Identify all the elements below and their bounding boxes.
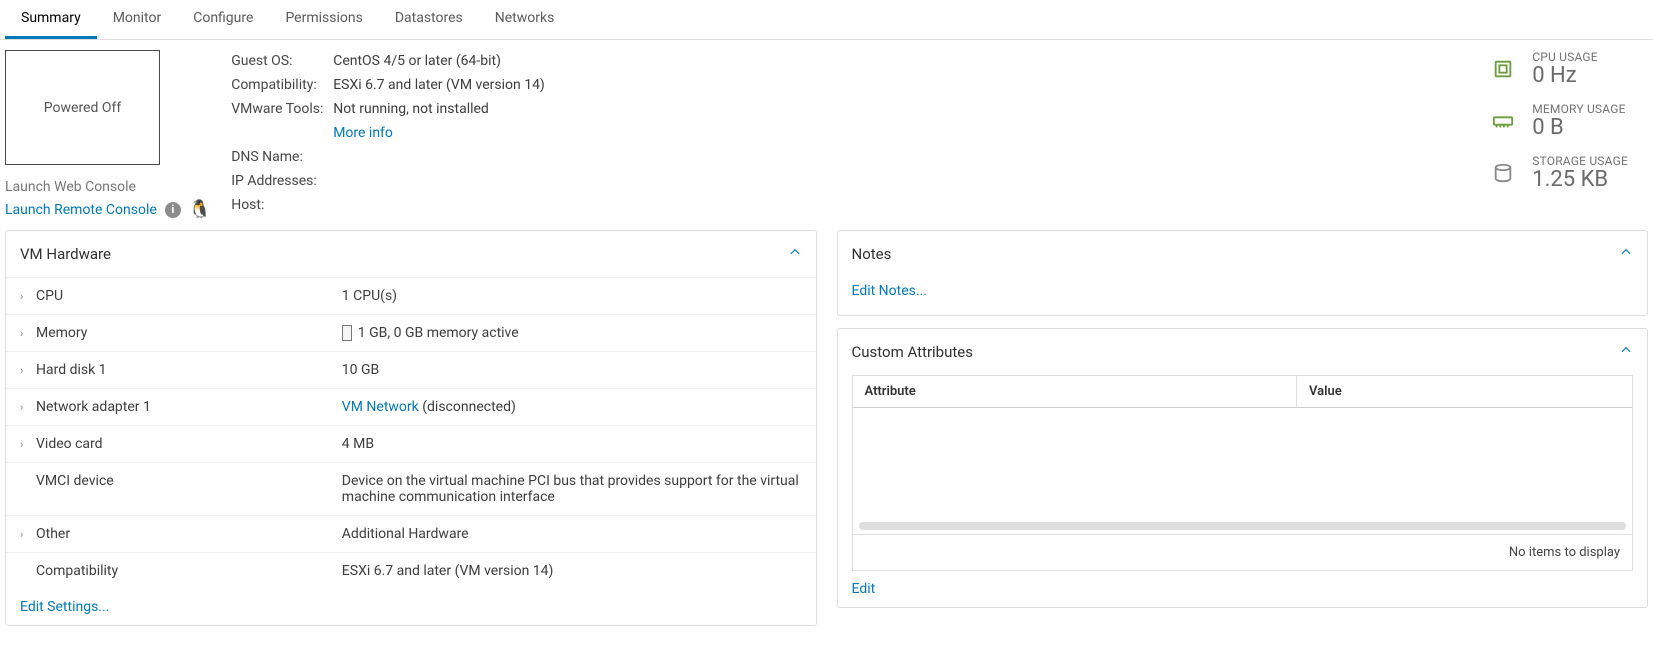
tab-summary[interactable]: Summary [5, 0, 97, 39]
hw-row-cpu: ›CPU 1 CPU(s) [6, 278, 816, 315]
storage-usage: STORAGE USAGE 1.25 KB [1492, 154, 1628, 192]
attributes-table: Attribute Value No items to display [852, 375, 1634, 571]
no-items-label: No items to display [853, 534, 1633, 570]
power-state: Powered Off [44, 100, 121, 116]
compat-label: Compatibility: [231, 76, 331, 98]
scrollbar-horizontal[interactable] [859, 522, 1627, 530]
launch-web-console: Launch Web Console [5, 179, 136, 195]
vm-network-link[interactable]: VM Network [342, 399, 419, 415]
hw-row-compat: Compatibility ESXi 6.7 and later (VM ver… [6, 553, 816, 590]
attr-col-value[interactable]: Value [1297, 376, 1632, 408]
tab-monitor[interactable]: Monitor [97, 0, 178, 39]
launch-remote-console[interactable]: Launch Remote Console [5, 202, 157, 218]
hw-row-memory: ›Memory 1 GB, 0 GB memory active [6, 315, 816, 352]
host-label: Host: [231, 196, 331, 218]
memory-usage-label: MEMORY USAGE [1532, 102, 1625, 116]
ip-label: IP Addresses: [231, 172, 331, 194]
guest-os-label: Guest OS: [231, 52, 331, 74]
linux-icon: 🐧 [189, 199, 211, 220]
tab-datastores[interactable]: Datastores [379, 0, 479, 39]
chevron-right-icon[interactable]: › [20, 364, 32, 377]
cpu-icon [1492, 58, 1514, 80]
hw-row-vmci: VMCI device Device on the virtual machin… [6, 463, 816, 516]
tabs-bar: Summary Monitor Configure Permissions Da… [0, 0, 1653, 40]
memory-icon [1492, 110, 1514, 132]
tab-permissions[interactable]: Permissions [269, 0, 378, 39]
vm-hardware-title: VM Hardware [20, 245, 111, 263]
dns-value [333, 148, 549, 170]
edit-attributes-link[interactable]: Edit [838, 571, 1648, 607]
custom-attributes-title: Custom Attributes [852, 343, 973, 361]
hw-row-harddisk: ›Hard disk 1 10 GB [6, 352, 816, 389]
chevron-up-icon[interactable] [1619, 245, 1633, 263]
ip-value [333, 172, 549, 194]
storage-usage-label: STORAGE USAGE [1532, 154, 1628, 168]
compat-value: ESXi 6.7 and later (VM version 14) [333, 76, 549, 98]
chevron-up-icon[interactable] [788, 245, 802, 263]
attr-col-attribute[interactable]: Attribute [853, 376, 1297, 408]
custom-attributes-panel: Custom Attributes Attribute Value No [837, 328, 1649, 608]
cpu-usage-value: 0 Hz [1532, 64, 1598, 88]
memory-usage: MEMORY USAGE 0 B [1492, 102, 1628, 140]
summary-overview: Powered Off Launch Web Console Launch Re… [0, 40, 1653, 230]
hw-row-other: ›Other Additional Hardware [6, 516, 816, 553]
guest-os-value: CentOS 4/5 or later (64-bit) [333, 52, 549, 74]
notes-title: Notes [852, 245, 892, 263]
cpu-usage: CPU USAGE 0 Hz [1492, 50, 1628, 88]
notes-panel: Notes Edit Notes... [837, 230, 1649, 316]
cpu-usage-label: CPU USAGE [1532, 50, 1598, 64]
attributes-body [853, 408, 1633, 518]
chevron-right-icon[interactable]: › [20, 401, 32, 414]
vm-info-table: Guest OS: CentOS 4/5 or later (64-bit) C… [229, 50, 551, 220]
chevron-right-icon[interactable]: › [20, 290, 32, 303]
tools-value: Not running, not installed [333, 100, 549, 122]
edit-notes-link[interactable]: Edit Notes... [852, 277, 1634, 305]
info-icon[interactable]: i [165, 202, 181, 218]
vm-thumbnail[interactable]: Powered Off [5, 50, 160, 165]
edit-settings-link[interactable]: Edit Settings... [6, 589, 816, 625]
hw-row-video: ›Video card 4 MB [6, 426, 816, 463]
chevron-right-icon[interactable]: › [20, 438, 32, 451]
host-value [333, 196, 549, 218]
memory-usage-value: 0 B [1532, 116, 1625, 140]
hw-row-network: ›Network adapter 1 VM Network (disconnec… [6, 389, 816, 426]
storage-usage-value: 1.25 KB [1532, 168, 1628, 192]
dns-label: DNS Name: [231, 148, 331, 170]
chevron-right-icon[interactable]: › [20, 327, 32, 340]
vm-hardware-panel: VM Hardware ›CPU 1 CPU(s) ›Memory 1 GB, … [5, 230, 817, 626]
tab-networks[interactable]: Networks [479, 0, 571, 39]
more-info-link[interactable]: More info [333, 125, 393, 141]
tools-label: VMware Tools: [231, 100, 331, 122]
storage-icon [1492, 162, 1514, 184]
chevron-up-icon[interactable] [1619, 343, 1633, 361]
memory-bar-icon [342, 325, 352, 341]
tab-configure[interactable]: Configure [177, 0, 269, 39]
chevron-right-icon[interactable]: › [20, 528, 32, 541]
